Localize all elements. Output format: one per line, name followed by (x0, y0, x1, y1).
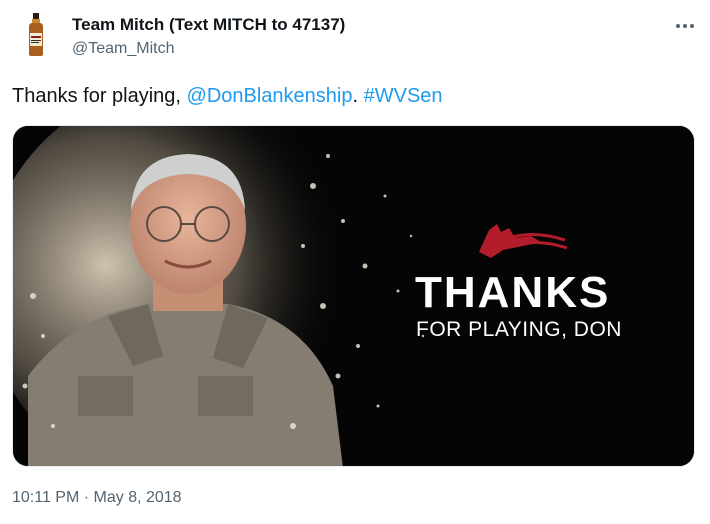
tweet-text-separator: . (352, 85, 364, 107)
more-horizontal-icon-dot (683, 24, 687, 28)
more-horizontal-icon-dot (690, 24, 694, 28)
user-handle[interactable]: @Team_Mitch (72, 40, 175, 58)
tweet-text: Thanks for playing, @DonBlankenship. #WV… (12, 85, 443, 108)
display-name[interactable]: Team Mitch (Text MITCH to 47137) (72, 15, 345, 35)
tweet-text-prefix: Thanks for playing, (12, 85, 187, 107)
more-options-button[interactable] (668, 13, 702, 39)
media-headline: THANKS (415, 268, 611, 317)
avatar[interactable] (12, 10, 60, 58)
media-subline: FOR PLAYING, DON (416, 318, 622, 341)
tweet-timestamp[interactable]: 10:11 PM · May 8, 2018 (12, 489, 182, 507)
tweet-media-image[interactable]: THANKS FOR PLAYING, DON (12, 125, 695, 467)
hashtag-link[interactable]: #WVSen (364, 85, 443, 107)
mention-link[interactable]: @DonBlankenship (187, 85, 353, 107)
bourbon-bottle-icon (29, 13, 43, 56)
more-horizontal-icon (676, 24, 680, 28)
